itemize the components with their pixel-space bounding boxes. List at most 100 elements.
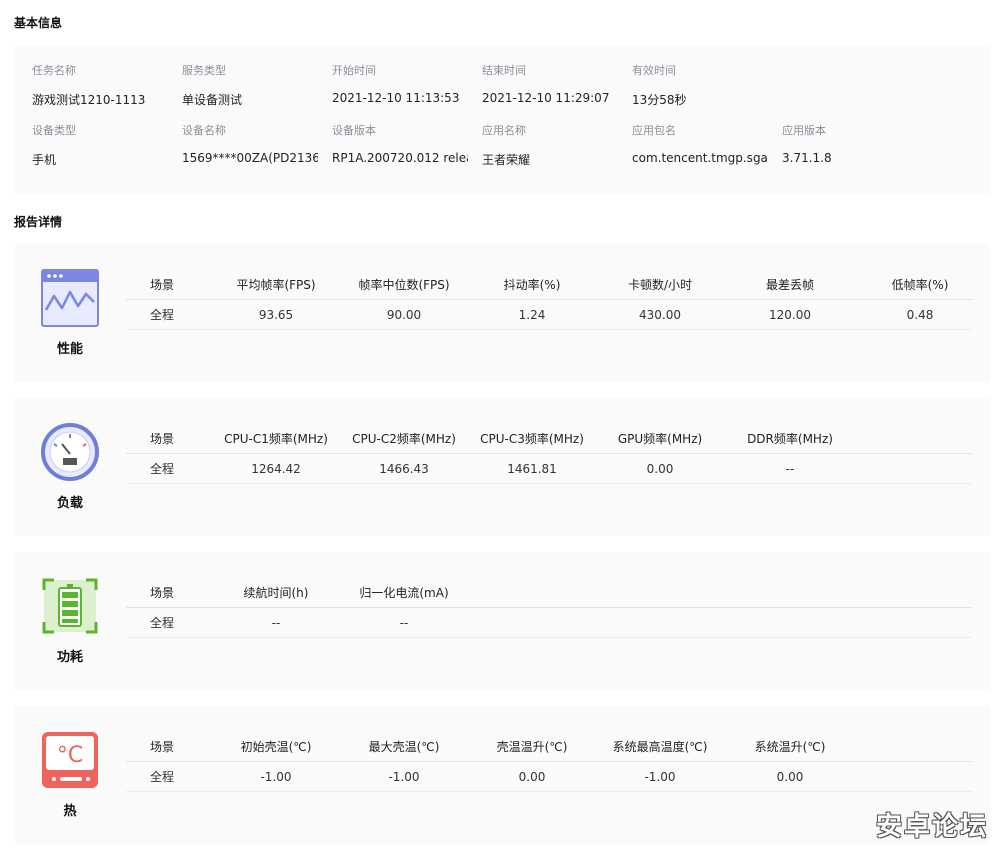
row-cell: 93.65 [258, 308, 294, 322]
header-cell: 最差丢帧 [765, 278, 814, 292]
info-label: 应用版本 [782, 124, 826, 137]
battery-icon [40, 576, 100, 636]
table-row: 全程 93.65 90.00 1.24 430.00 120.00 0.48 [126, 300, 972, 330]
header-cell: 平均帧率(FPS) [236, 278, 316, 292]
table-header: 场景 续航时间(h) 归一化电流(mA) [126, 578, 972, 608]
basic-info-title: 基本信息 [14, 16, 63, 30]
header-cell: DDR频率(MHz) [747, 432, 833, 446]
info-package-name: 应用包名 com.tencent.tmgp.sgam [632, 122, 772, 165]
row-cell: 全程 [149, 770, 174, 784]
row-cell: -- [271, 616, 281, 630]
celsius-glyph: °C [57, 743, 83, 768]
load-table: 场景 CPU-C1频率(MHz) CPU-C2频率(MHz) CPU-C3频率(… [126, 424, 972, 484]
row-cell: 全程 [149, 308, 174, 322]
info-value: RP1A.200720.012 relea [332, 151, 468, 165]
info-device-version: 设备版本 RP1A.200720.012 relea [332, 122, 472, 165]
performance-card: 性能 场景 平均帧率(FPS) 帧率中位数(FPS) 抖动率(%) 卡顿数/小时… [14, 244, 990, 382]
power-card: 功耗 场景 续航时间(h) 归一化电流(mA) 全程 -- -- [14, 552, 990, 690]
row-cell: 1461.81 [507, 462, 557, 476]
info-start-time: 开始时间 2021-12-10 11:13:53 [332, 62, 472, 105]
info-label: 设备类型 [32, 124, 76, 137]
info-task-name: 任务名称 游戏测试1210-1113 [32, 62, 172, 108]
info-label: 服务类型 [182, 64, 226, 77]
table-header: 场景 平均帧率(FPS) 帧率中位数(FPS) 抖动率(%) 卡顿数/小时 最差… [126, 270, 972, 300]
header-cell: 帧率中位数(FPS) [358, 278, 450, 292]
info-label: 开始时间 [332, 64, 376, 77]
info-end-time: 结束时间 2021-12-10 11:29:07 [482, 62, 622, 105]
table-row: 全程 -- -- [126, 608, 972, 638]
info-label: 应用名称 [482, 124, 526, 137]
header-cell: 续航时间(h) [243, 586, 309, 600]
section-label: 性能 [56, 342, 83, 357]
info-value: 2021-12-10 11:13:53 [332, 91, 460, 105]
report-title: 报告详情 [14, 215, 63, 229]
info-value: 游戏测试1210-1113 [32, 93, 146, 107]
table-header: 场景 CPU-C1频率(MHz) CPU-C2频率(MHz) CPU-C3频率(… [126, 424, 972, 454]
header-cell: 归一化电流(mA) [359, 586, 449, 600]
info-label: 设备版本 [332, 124, 376, 137]
header-cell: 场景 [149, 586, 174, 600]
row-cell: 0.00 [518, 770, 546, 784]
basic-info-panel: 任务名称 游戏测试1210-1113 服务类型 单设备测试 开始时间 2021-… [14, 46, 990, 194]
row-cell: 0.00 [776, 770, 804, 784]
row-cell: 430.00 [639, 308, 681, 322]
header-cell: 卡顿数/小时 [627, 278, 693, 292]
row-cell: 1.24 [518, 308, 546, 322]
header-cell: GPU频率(MHz) [617, 432, 703, 446]
row-cell: 0.48 [906, 308, 934, 322]
header-cell: 抖动率(%) [503, 278, 561, 292]
info-label: 结束时间 [482, 64, 526, 77]
row-cell: -1.00 [260, 770, 292, 784]
header-cell: 场景 [149, 278, 174, 292]
row-cell: -1.00 [644, 770, 676, 784]
table-header: 场景 初始壳温(℃) 最大壳温(℃) 壳温温升(℃) 系统最高温度(℃) 系统温… [126, 732, 972, 762]
performance-chart-icon [40, 268, 100, 328]
info-label: 应用包名 [632, 124, 676, 137]
header-cell: CPU-C1频率(MHz) [224, 432, 328, 446]
info-label: 任务名称 [32, 64, 76, 77]
header-cell: 系统温升(℃) [754, 740, 826, 754]
table-row: 全程 -1.00 -1.00 0.00 -1.00 0.00 [126, 762, 972, 792]
row-cell: 全程 [149, 462, 174, 476]
header-cell: 低帧率(%) [891, 278, 949, 292]
row-cell: -- [785, 462, 795, 476]
info-value: 手机 [32, 153, 57, 167]
row-cell: 90.00 [386, 308, 422, 322]
row-cell: 1466.43 [379, 462, 429, 476]
row-cell: 0.00 [646, 462, 674, 476]
info-service-type: 服务类型 单设备测试 [182, 62, 322, 108]
info-value: 3.71.1.8 [782, 151, 832, 165]
info-device-name: 设备名称 1569****00ZA(PD2136 [182, 122, 322, 165]
info-value: 单设备测试 [182, 93, 243, 107]
info-value: 13分58秒 [632, 93, 687, 107]
load-card: 负载 场景 CPU-C1频率(MHz) CPU-C2频率(MHz) CPU-C3… [14, 398, 990, 536]
gauge-icon [40, 422, 100, 482]
thermal-table: 场景 初始壳温(℃) 最大壳温(℃) 壳温温升(℃) 系统最高温度(℃) 系统温… [126, 732, 972, 792]
info-value: com.tencent.tmgp.sgam [632, 151, 768, 165]
info-label: 有效时间 [632, 64, 676, 77]
row-cell: 1264.42 [251, 462, 301, 476]
watermark: 安卓论坛 [875, 812, 988, 842]
power-table: 场景 续航时间(h) 归一化电流(mA) 全程 -- -- [126, 578, 972, 638]
row-cell: 全程 [149, 616, 174, 630]
header-cell: CPU-C2频率(MHz) [352, 432, 456, 446]
section-label: 功耗 [56, 650, 83, 665]
performance-table: 场景 平均帧率(FPS) 帧率中位数(FPS) 抖动率(%) 卡顿数/小时 最差… [126, 270, 972, 330]
table-row: 全程 1264.42 1466.43 1461.81 0.00 -- [126, 454, 972, 484]
header-cell: 最大壳温(℃) [368, 740, 440, 754]
header-cell: 系统最高温度(℃) [612, 740, 708, 754]
info-app-name: 应用名称 王者荣耀 [482, 122, 622, 168]
info-device-type: 设备类型 手机 [32, 122, 172, 168]
row-cell: 120.00 [769, 308, 811, 322]
section-label: 负载 [56, 496, 83, 511]
row-cell: -1.00 [388, 770, 420, 784]
header-cell: 初始壳温(℃) [240, 740, 312, 754]
row-cell: -- [399, 616, 409, 630]
info-value: 1569****00ZA(PD2136 [182, 151, 318, 165]
header-cell: 场景 [149, 740, 174, 754]
info-app-version: 应用版本 3.71.1.8 [782, 122, 922, 165]
thermometer-celsius-icon: °C [40, 730, 100, 790]
header-cell: CPU-C3频率(MHz) [480, 432, 584, 446]
thermal-card: °C 热 场景 初始壳温(℃) 最大壳温(℃) 壳温温升(℃) 系统最高温度(℃… [14, 706, 990, 844]
info-value: 2021-12-10 11:29:07 [482, 91, 610, 105]
